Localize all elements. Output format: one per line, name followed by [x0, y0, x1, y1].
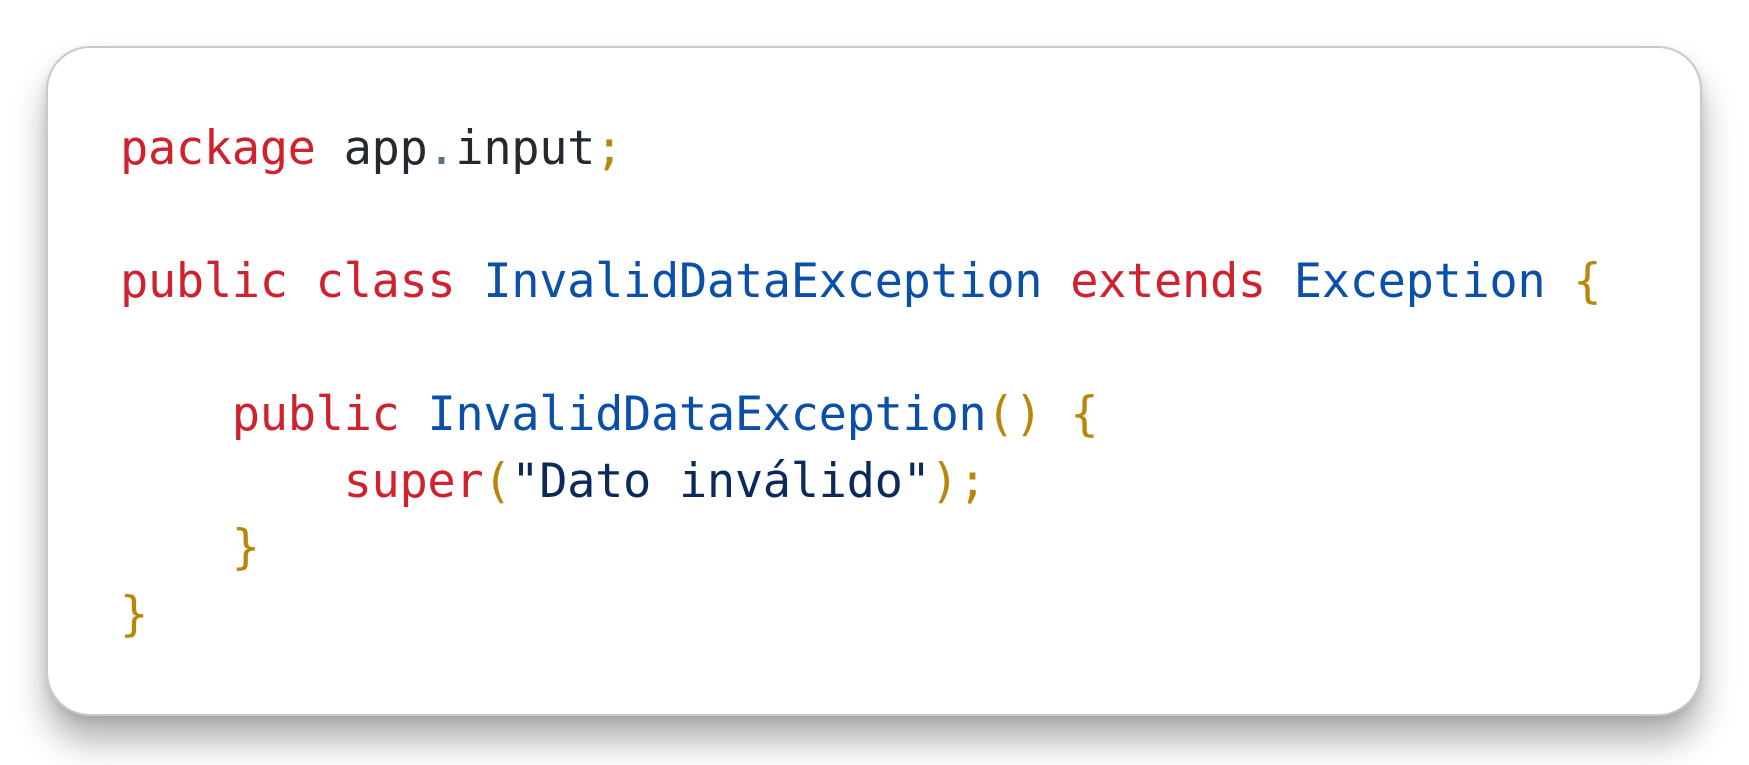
keyword-class: class: [315, 254, 456, 309]
keyword-super: super: [343, 453, 484, 509]
super-open-paren: (: [483, 453, 512, 509]
constructor-open-brace: {: [1070, 387, 1099, 442]
class-open-brace: {: [1573, 254, 1602, 309]
code-line-super-call: super("Dato inválido");: [120, 449, 1601, 516]
constructor-parens: (): [986, 387, 1043, 442]
code-block: package app.input; public class InvalidDa…: [120, 116, 1602, 649]
class-name: InvalidDataException: [483, 254, 1043, 309]
code-line-constructor-close: }: [120, 515, 1601, 582]
code-line-constructor: public InvalidDataException() {: [120, 382, 1601, 449]
keyword-public: public: [231, 387, 400, 442]
super-close: );: [930, 453, 987, 509]
keyword-public: public: [120, 254, 288, 309]
constructor-name: InvalidDataException: [427, 387, 987, 442]
code-line-class-declaration: public class InvalidDataException extend…: [120, 249, 1602, 316]
package-name-input: input: [455, 121, 596, 176]
package-dot: .: [427, 121, 456, 176]
keyword-package: package: [120, 121, 316, 176]
parent-class-name: Exception: [1293, 254, 1546, 309]
keyword-extends: extends: [1070, 254, 1266, 309]
package-name-app: app: [343, 121, 428, 176]
code-line-package: package app.input;: [120, 116, 1601, 183]
string-literal: "Dato inválido": [511, 453, 931, 509]
constructor-close-brace: }: [231, 520, 260, 575]
class-close-brace: }: [120, 586, 148, 642]
code-line-class-close: }: [120, 582, 1601, 649]
semicolon: ;: [595, 121, 624, 176]
